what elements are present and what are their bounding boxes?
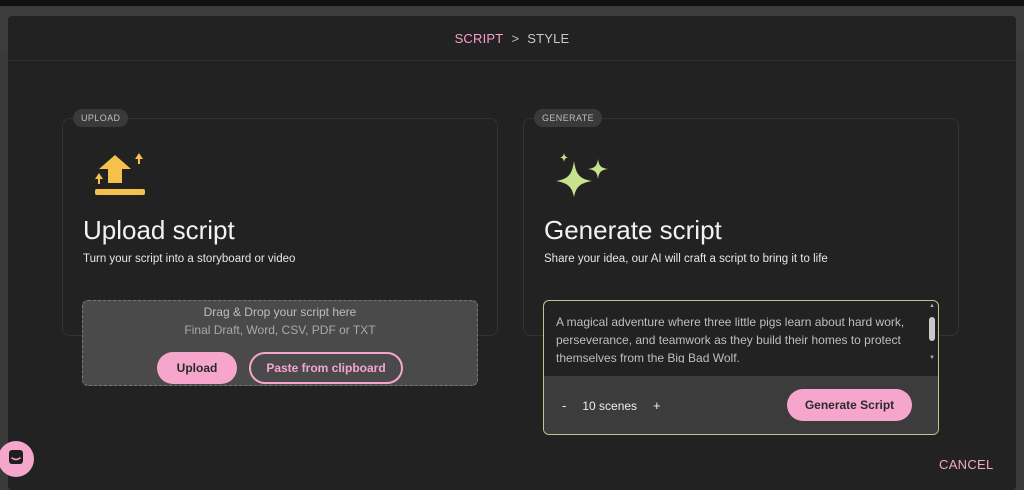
breadcrumb-script[interactable]: SCRIPT bbox=[455, 31, 504, 46]
upload-dropzone[interactable]: Drag & Drop your script here Final Draft… bbox=[82, 300, 478, 386]
generate-footer: - 10 scenes + Generate Script bbox=[544, 376, 938, 434]
idea-scrollbar[interactable]: ▲ ▼ bbox=[928, 303, 936, 361]
idea-input-box: A magical adventure where three little p… bbox=[543, 300, 939, 435]
generate-badge: GENERATE bbox=[534, 109, 603, 127]
chat-icon bbox=[7, 448, 25, 471]
generate-subtitle: Share your idea, our AI will craft a scr… bbox=[544, 253, 828, 265]
generate-title: Generate script bbox=[544, 215, 722, 245]
increment-scenes-button[interactable]: + bbox=[653, 398, 661, 413]
upload-subtitle: Turn your script into a storyboard or vi… bbox=[83, 253, 296, 265]
dropzone-instruction: Drag & Drop your script here bbox=[203, 305, 357, 319]
paste-from-clipboard-button[interactable]: Paste from clipboard bbox=[249, 352, 403, 384]
scene-stepper: - 10 scenes + bbox=[562, 398, 661, 413]
scroll-down-icon[interactable]: ▼ bbox=[928, 355, 936, 361]
scene-count: 10 scenes bbox=[582, 398, 638, 413]
scroll-thumb[interactable] bbox=[929, 317, 935, 341]
upload-arrow-icon bbox=[93, 151, 145, 204]
breadcrumb-style[interactable]: STYLE bbox=[527, 31, 569, 46]
upload-badge: UPLOAD bbox=[73, 109, 129, 127]
cancel-button[interactable]: CANCEL bbox=[939, 457, 994, 472]
generate-script-button[interactable]: Generate Script bbox=[787, 389, 912, 421]
dropzone-formats: Final Draft, Word, CSV, PDF or TXT bbox=[184, 323, 376, 337]
modal-header: SCRIPT > STYLE bbox=[8, 16, 1016, 61]
idea-textarea[interactable]: A magical adventure where three little p… bbox=[556, 313, 916, 363]
upload-button[interactable]: Upload bbox=[157, 352, 237, 384]
breadcrumb-separator: > bbox=[511, 30, 520, 46]
scroll-up-icon[interactable]: ▲ bbox=[928, 303, 936, 309]
decrement-scenes-button[interactable]: - bbox=[562, 398, 566, 413]
upload-title: Upload script bbox=[83, 215, 235, 245]
sparkles-icon bbox=[554, 153, 610, 202]
